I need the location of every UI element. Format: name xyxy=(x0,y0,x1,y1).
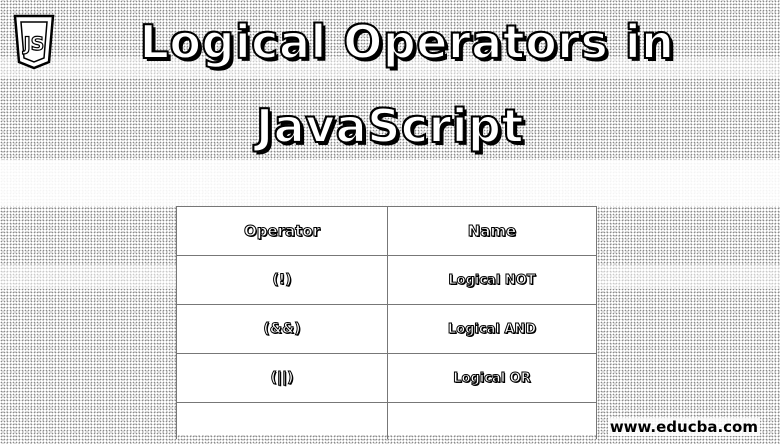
table-row: (||) Logical OR xyxy=(176,353,597,403)
table-header-row: Operator Name xyxy=(176,206,597,256)
page-title-line-2: JavaScript xyxy=(255,98,524,154)
name-cell: Logical NOT xyxy=(387,255,597,305)
empty-cell xyxy=(176,402,388,439)
operators-table: Operator Name (!) Logical NOT (&&) Logic… xyxy=(176,206,597,439)
table-row: (!) Logical NOT xyxy=(176,255,597,305)
name-cell: Logical OR xyxy=(387,353,597,403)
operator-cell: (!) xyxy=(176,255,388,305)
operator-cell: (&&) xyxy=(176,304,388,354)
header-operator: Operator xyxy=(176,206,388,256)
background-stripe xyxy=(0,160,780,206)
table-row-empty xyxy=(176,402,597,439)
empty-cell xyxy=(387,402,597,439)
watermark: www.educba.com xyxy=(607,418,760,436)
operator-cell: (||) xyxy=(176,353,388,403)
name-cell: Logical AND xyxy=(387,304,597,354)
page-title-line-1: Logical Operators in xyxy=(139,14,675,70)
header-name: Name xyxy=(387,206,597,256)
table-row: (&&) Logical AND xyxy=(176,304,597,354)
